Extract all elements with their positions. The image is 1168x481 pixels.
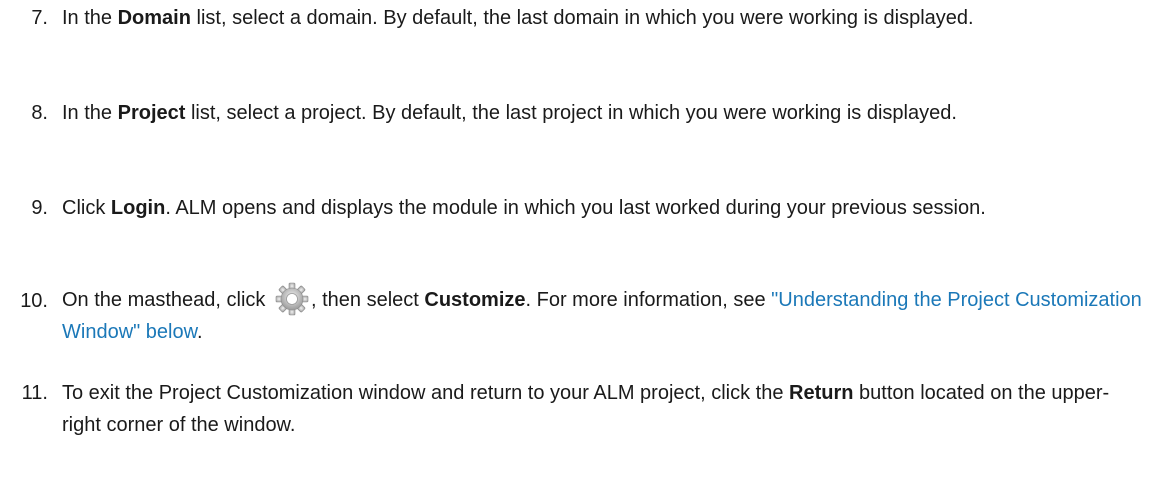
- step-text-segment: list, select a domain. By default, the l…: [190, 7, 974, 29]
- step-text: To exit the Project Customization window…: [62, 377, 1142, 441]
- step-text: In the Project list, select a project. B…: [62, 97, 1142, 129]
- project-term: Project: [117, 102, 186, 124]
- step-number: 7.: [31, 7, 48, 29]
- step-text-segment: On the masthead, click: [62, 289, 271, 311]
- step-text-segment: In the: [62, 7, 118, 29]
- step-text-segment: list, select a project. By default, the …: [185, 102, 957, 124]
- step-text-segment: . ALM opens and displays the module in w…: [165, 197, 986, 219]
- step-text-segment: To exit the Project Customization window…: [62, 382, 790, 404]
- step-text-segment: In the: [62, 102, 118, 124]
- step-number: 8.: [31, 102, 48, 124]
- return-term: Return: [789, 382, 854, 404]
- login-term: Login: [110, 197, 166, 219]
- step-text-segment: . For more information, see: [525, 289, 772, 311]
- step-text: On the masthead, click , then select Cus…: [62, 282, 1142, 348]
- domain-term: Domain: [117, 7, 191, 29]
- procedure-steps: 7. In the Domain list, select a domain. …: [0, 0, 1168, 481]
- step-text-segment: .: [196, 321, 203, 343]
- step-text-segment: , then select: [310, 289, 425, 311]
- step-text: In the Domain list, select a domain. By …: [62, 2, 1142, 34]
- step-text-segment: Click: [62, 197, 111, 219]
- customize-term: Customize: [424, 289, 526, 311]
- step-number: 10.: [20, 290, 48, 312]
- step-text: Click Login. ALM opens and displays the …: [62, 192, 1142, 224]
- step-number: 11.: [21, 382, 48, 404]
- step-number: 9.: [31, 197, 48, 219]
- gear-icon: [275, 282, 309, 316]
